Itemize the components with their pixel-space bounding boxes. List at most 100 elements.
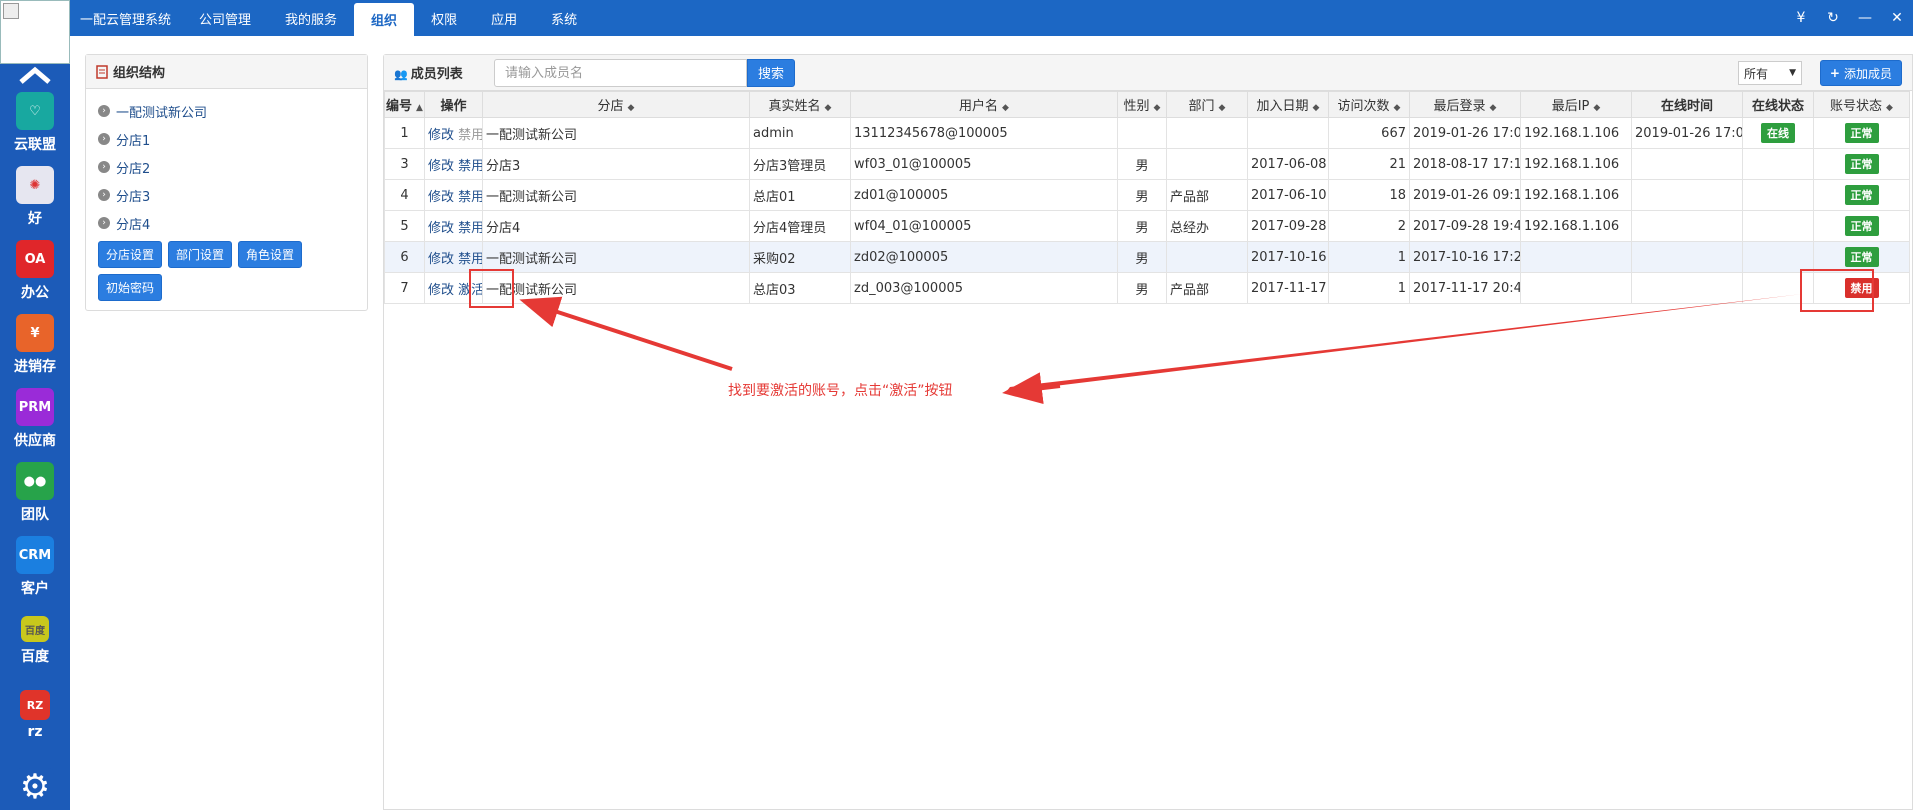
- column-header-0[interactable]: 编号 ▲: [384, 91, 425, 118]
- org-tree-item[interactable]: › 一配测试新公司: [98, 97, 367, 125]
- column-header-6[interactable]: 部门 ◆: [1166, 91, 1248, 118]
- currency-icon[interactable]: ¥: [1785, 10, 1817, 26]
- org-item-label: 分店2: [116, 161, 151, 177]
- edit-link[interactable]: 修改: [428, 128, 454, 143]
- status-badge: 正常: [1844, 154, 1879, 174]
- org-tree-item[interactable]: › 分店1: [98, 125, 367, 153]
- column-header-5[interactable]: 性别 ◆: [1117, 91, 1167, 118]
- cell-real-name: 分店4管理员: [749, 210, 851, 242]
- edit-link[interactable]: 修改: [428, 221, 454, 236]
- annotation-text: 找到要激活的账号，点击“激活”按钮: [728, 383, 953, 399]
- nav-tab-3[interactable]: 权限: [414, 0, 474, 36]
- column-header-13[interactable]: 账号状态 ◆: [1813, 91, 1910, 118]
- edit-link[interactable]: 修改: [428, 190, 454, 205]
- role-settings-button[interactable]: 角色设置: [238, 241, 303, 268]
- cell-last-ip: 192.168.1.106: [1520, 179, 1632, 211]
- cell-department: 产品部: [1166, 272, 1248, 304]
- sidebar-item-3[interactable]: ¥ 进销存: [0, 308, 70, 382]
- org-tree-item[interactable]: › 分店4: [98, 209, 367, 237]
- disable-link[interactable]: 禁用: [458, 128, 481, 143]
- scroll-up-chevron-icon[interactable]: [0, 64, 70, 86]
- app-sidebar: ♡ 云联盟 ✺ 好 OA 办公 ¥ 进销存 PRM 供应商 ●● 团队 CRM 客户 百度 百度 RZ rz ⚙: [0, 0, 70, 810]
- org-item-label: 分店4: [116, 217, 151, 233]
- sidebar-item-7[interactable]: 百度 百度: [0, 604, 70, 678]
- cell-online-status: [1742, 210, 1814, 242]
- minimize-icon[interactable]: —: [1849, 10, 1881, 26]
- column-header-10[interactable]: 最后IP ◆: [1520, 91, 1632, 118]
- sidebar-item-5[interactable]: ●● 团队: [0, 456, 70, 530]
- cell-real-name: 总店03: [749, 272, 851, 304]
- sidebar-item-1[interactable]: ✺ 好: [0, 160, 70, 234]
- nav-tab-1[interactable]: 我的服务: [268, 0, 354, 36]
- cell-username: zd01@100005: [850, 179, 1118, 211]
- filter-select[interactable]: 所有 ▼: [1738, 61, 1802, 85]
- cell-last-ip: 192.168.1.106: [1520, 210, 1632, 242]
- cell-online-status: [1742, 241, 1814, 273]
- disable-link[interactable]: 禁用: [458, 252, 481, 267]
- disable-link[interactable]: 禁用: [458, 221, 481, 236]
- edit-link[interactable]: 修改: [428, 283, 454, 298]
- disable-link[interactable]: 禁用: [458, 190, 481, 205]
- search-button[interactable]: 搜索: [747, 58, 796, 87]
- refresh-icon[interactable]: ↻: [1817, 10, 1849, 26]
- sidebar-item-4[interactable]: PRM 供应商: [0, 382, 70, 456]
- status-badge: 正常: [1844, 247, 1879, 267]
- cell-last-ip: 192.168.1.106: [1520, 148, 1632, 180]
- org-panel-header: 组织结构: [86, 55, 367, 89]
- cell-last-login: 2017-09-28 19:43: [1409, 210, 1521, 242]
- filter-select-value: 所有: [1744, 66, 1769, 81]
- sidebar-item-0[interactable]: ♡ 云联盟: [0, 86, 70, 160]
- nav-tab-5[interactable]: 系统: [534, 0, 594, 36]
- column-header-4[interactable]: 用户名 ◆: [850, 91, 1118, 118]
- sort-icon: ◆: [1593, 103, 1601, 113]
- sidebar-app-icon: RZ: [20, 690, 50, 720]
- sidebar-item-label: 百度: [21, 649, 49, 665]
- edit-link[interactable]: 修改: [428, 252, 454, 267]
- org-tree-item[interactable]: › 分店2: [98, 153, 367, 181]
- cell-id: 5: [384, 210, 425, 242]
- sidebar-item-label: 进销存: [14, 359, 56, 375]
- member-search-input[interactable]: [494, 58, 747, 87]
- sidebar-item-6[interactable]: CRM 客户: [0, 530, 70, 604]
- sort-icon: ◆: [1393, 103, 1401, 113]
- broken-image-icon: [3, 3, 19, 19]
- sort-icon: ◆: [1312, 103, 1320, 113]
- table-row: 1 修改 禁用 一配测试新公司 admin 13112345678@100005 667 2…: [384, 117, 1910, 149]
- column-header-3[interactable]: 真实姓名 ◆: [749, 91, 851, 118]
- column-header-7[interactable]: 加入日期 ◆: [1247, 91, 1329, 118]
- sidebar-item-9[interactable]: ⚙: [0, 752, 70, 810]
- add-member-button[interactable]: + 添加成员: [1819, 60, 1902, 86]
- sidebar-item-2[interactable]: OA 办公: [0, 234, 70, 308]
- nav-tab-4[interactable]: 应用: [474, 0, 534, 36]
- column-header-2[interactable]: 分店 ◆: [482, 91, 750, 118]
- disable-link[interactable]: 禁用: [458, 159, 481, 174]
- column-header-9[interactable]: 最后登录 ◆: [1409, 91, 1521, 118]
- cell-last-ip: [1520, 272, 1632, 304]
- column-header-1: 操作: [424, 91, 483, 118]
- chevron-right-icon: ›: [98, 217, 110, 229]
- sidebar-app-icon: 百度: [21, 616, 49, 642]
- cell-account-status: 正常: [1813, 241, 1910, 273]
- column-header-label: 最后IP: [1551, 99, 1590, 114]
- cell-id: 6: [384, 241, 425, 273]
- department-settings-button[interactable]: 部门设置: [168, 241, 233, 268]
- column-header-8[interactable]: 访问次数 ◆: [1328, 91, 1410, 118]
- org-tree-item[interactable]: › 分店3: [98, 181, 367, 209]
- cell-actions: 修改 禁用: [424, 241, 483, 273]
- member-table: 编号 ▲ 操作 分店 ◆ 真实姓名 ◆ 用户名 ◆ 性别 ◆ 部门 ◆ 加入日期 ◆ 访问次数 ◆ 最后登录 ◆ 最后…: [384, 91, 1910, 304]
- cell-actions: 修改 禁用: [424, 210, 483, 242]
- nav-tab-2[interactable]: 组织: [354, 3, 415, 36]
- edit-link[interactable]: 修改: [428, 159, 454, 174]
- chevron-right-icon: ›: [98, 133, 110, 145]
- sidebar-item-8[interactable]: RZ rz: [0, 678, 70, 752]
- cell-username: 13112345678@100005: [850, 117, 1118, 149]
- close-icon[interactable]: ✕: [1881, 10, 1913, 26]
- initial-password-button[interactable]: 初始密码: [98, 274, 163, 301]
- cell-online-time: [1631, 210, 1743, 242]
- cell-visits: 2: [1328, 210, 1410, 242]
- cell-account-status: 正常: [1813, 148, 1910, 180]
- branch-settings-button[interactable]: 分店设置: [98, 241, 163, 268]
- column-header-label: 编号: [386, 99, 413, 114]
- nav-tab-0[interactable]: 公司管理: [182, 0, 268, 36]
- cell-gender: 男: [1117, 272, 1167, 304]
